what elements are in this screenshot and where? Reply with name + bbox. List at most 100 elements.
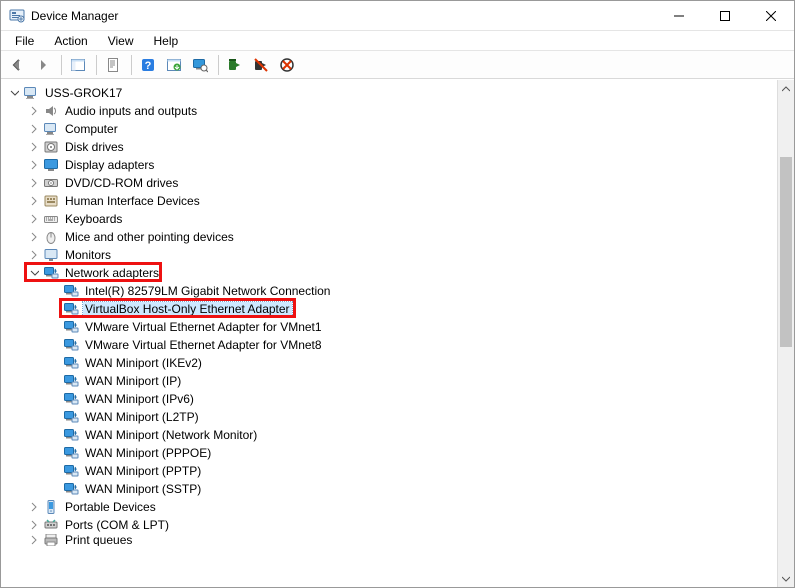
- cdrom-icon: [43, 175, 59, 191]
- chevron-right-icon[interactable]: [29, 178, 43, 188]
- svg-text:?: ?: [145, 60, 152, 72]
- scroll-down-button[interactable]: [778, 570, 794, 587]
- tree-item-label: Network adapters: [63, 266, 161, 280]
- tree-item-vmware-virtual-ethernet-adapter-for-vmnet8[interactable]: VMware Virtual Ethernet Adapter for VMne…: [5, 336, 777, 354]
- network-icon: [63, 319, 79, 335]
- menu-view[interactable]: View: [100, 33, 142, 49]
- tree-item-portable-devices[interactable]: Portable Devices: [5, 498, 777, 516]
- minimize-button[interactable]: [656, 1, 702, 31]
- tree-item-mice-and-other-pointing-devices[interactable]: Mice and other pointing devices: [5, 228, 777, 246]
- tree-item-label: WAN Miniport (IP): [83, 374, 183, 388]
- app-icon: [9, 8, 25, 24]
- scan-hardware-button[interactable]: [188, 53, 212, 77]
- tree-item-print-queues[interactable]: Print queues: [5, 534, 777, 546]
- scroll-thumb[interactable]: [780, 157, 792, 347]
- toolbar-separator: [218, 55, 219, 75]
- toolbar: ?: [1, 51, 794, 79]
- tree-item-disk-drives[interactable]: Disk drives: [5, 138, 777, 156]
- tree-item-network-adapters[interactable]: Network adapters: [5, 264, 777, 282]
- enable-device-button[interactable]: [223, 53, 247, 77]
- disk-icon: [43, 139, 59, 155]
- chevron-right-icon[interactable]: [29, 520, 43, 530]
- tree-item-label: WAN Miniport (PPTP): [83, 464, 203, 478]
- tree-item-virtualbox-host-only-ethernet-adapter[interactable]: VirtualBox Host-Only Ethernet Adapter: [5, 300, 777, 318]
- show-hide-tree-button[interactable]: [66, 53, 90, 77]
- tree-item-wan-miniport-pppoe[interactable]: WAN Miniport (PPPOE): [5, 444, 777, 462]
- chevron-right-icon[interactable]: [29, 250, 43, 260]
- tree-item-monitors[interactable]: Monitors: [5, 246, 777, 264]
- chevron-right-icon[interactable]: [29, 196, 43, 206]
- close-icon: [766, 11, 776, 21]
- tree-item-wan-miniport-network-monitor[interactable]: WAN Miniport (Network Monitor): [5, 426, 777, 444]
- network-icon: [43, 265, 59, 281]
- tree-item-intel-r-82579lm-gigabit-network-connection[interactable]: Intel(R) 82579LM Gigabit Network Connect…: [5, 282, 777, 300]
- minimize-icon: [674, 11, 684, 21]
- tree-item-uss-grok17[interactable]: USS-GROK17: [5, 84, 777, 102]
- tree-item-wan-miniport-ip[interactable]: WAN Miniport (IP): [5, 372, 777, 390]
- scroll-up-button[interactable]: [778, 80, 794, 97]
- chevron-right-icon[interactable]: [29, 502, 43, 512]
- menu-file[interactable]: File: [7, 33, 42, 49]
- tree-item-label: Mice and other pointing devices: [63, 230, 236, 244]
- tree-item-label: VMware Virtual Ethernet Adapter for VMne…: [83, 338, 324, 352]
- tree-item-ports-com-lpt[interactable]: Ports (COM & LPT): [5, 516, 777, 534]
- mouse-icon: [43, 229, 59, 245]
- maximize-icon: [720, 11, 730, 21]
- tree-item-wan-miniport-pptp[interactable]: WAN Miniport (PPTP): [5, 462, 777, 480]
- sheet-icon: [105, 57, 121, 73]
- tree-item-keyboards[interactable]: Keyboards: [5, 210, 777, 228]
- tree-item-audio-inputs-and-outputs[interactable]: Audio inputs and outputs: [5, 102, 777, 120]
- chevron-right-icon[interactable]: [29, 106, 43, 116]
- toolbar-separator: [96, 55, 97, 75]
- tree-item-computer[interactable]: Computer: [5, 120, 777, 138]
- tree-item-wan-miniport-l2tp[interactable]: WAN Miniport (L2TP): [5, 408, 777, 426]
- hid-icon: [43, 193, 59, 209]
- maximize-button[interactable]: [702, 1, 748, 31]
- close-button[interactable]: [748, 1, 794, 31]
- update-driver-button[interactable]: [162, 53, 186, 77]
- disable-device-button[interactable]: [249, 53, 273, 77]
- tree-item-label: WAN Miniport (Network Monitor): [83, 428, 259, 442]
- network-icon: [63, 301, 79, 317]
- tree-item-label: WAN Miniport (SSTP): [83, 482, 203, 496]
- uninstall-device-button[interactable]: [275, 53, 299, 77]
- scroll-track[interactable]: [778, 97, 794, 570]
- vertical-scrollbar[interactable]: [777, 80, 794, 587]
- chevron-right-icon[interactable]: [29, 535, 43, 545]
- network-icon: [63, 391, 79, 407]
- arrow-right-icon: [35, 57, 51, 73]
- tree-item-human-interface-devices[interactable]: Human Interface Devices: [5, 192, 777, 210]
- chevron-up-icon: [782, 85, 790, 93]
- tree-item-display-adapters[interactable]: Display adapters: [5, 156, 777, 174]
- chevron-down-icon[interactable]: [29, 268, 43, 278]
- content-area: USS-GROK17 Audio inputs and outputs Comput…: [1, 79, 794, 587]
- tree-item-label: Print queues: [63, 534, 134, 546]
- back-button[interactable]: [5, 53, 29, 77]
- tree-item-wan-miniport-ipv6[interactable]: WAN Miniport (IPv6): [5, 390, 777, 408]
- forward-button[interactable]: [31, 53, 55, 77]
- toolbar-separator: [131, 55, 132, 75]
- tree-item-wan-miniport-ikev2[interactable]: WAN Miniport (IKEv2): [5, 354, 777, 372]
- chevron-right-icon[interactable]: [29, 160, 43, 170]
- keyboard-icon: [43, 211, 59, 227]
- tree-item-label: WAN Miniport (IKEv2): [83, 356, 204, 370]
- uninstall-icon: [279, 57, 295, 73]
- chevron-right-icon[interactable]: [29, 232, 43, 242]
- computer-icon: [43, 121, 59, 137]
- tree-item-label: Audio inputs and outputs: [63, 104, 199, 118]
- audio-icon: [43, 103, 59, 119]
- properties-button[interactable]: [101, 53, 125, 77]
- menu-action[interactable]: Action: [46, 33, 95, 49]
- chevron-right-icon[interactable]: [29, 142, 43, 152]
- device-tree[interactable]: USS-GROK17 Audio inputs and outputs Comput…: [1, 80, 777, 587]
- menu-help[interactable]: Help: [146, 33, 187, 49]
- tree-item-wan-miniport-sstp[interactable]: WAN Miniport (SSTP): [5, 480, 777, 498]
- help-icon: ?: [140, 57, 156, 73]
- chevron-right-icon[interactable]: [29, 124, 43, 134]
- tree-item-dvd-cd-rom-drives[interactable]: DVD/CD-ROM drives: [5, 174, 777, 192]
- chevron-down-icon[interactable]: [9, 88, 23, 98]
- tree-item-vmware-virtual-ethernet-adapter-for-vmnet1[interactable]: VMware Virtual Ethernet Adapter for VMne…: [5, 318, 777, 336]
- chevron-right-icon[interactable]: [29, 214, 43, 224]
- network-icon: [63, 427, 79, 443]
- help-button[interactable]: ?: [136, 53, 160, 77]
